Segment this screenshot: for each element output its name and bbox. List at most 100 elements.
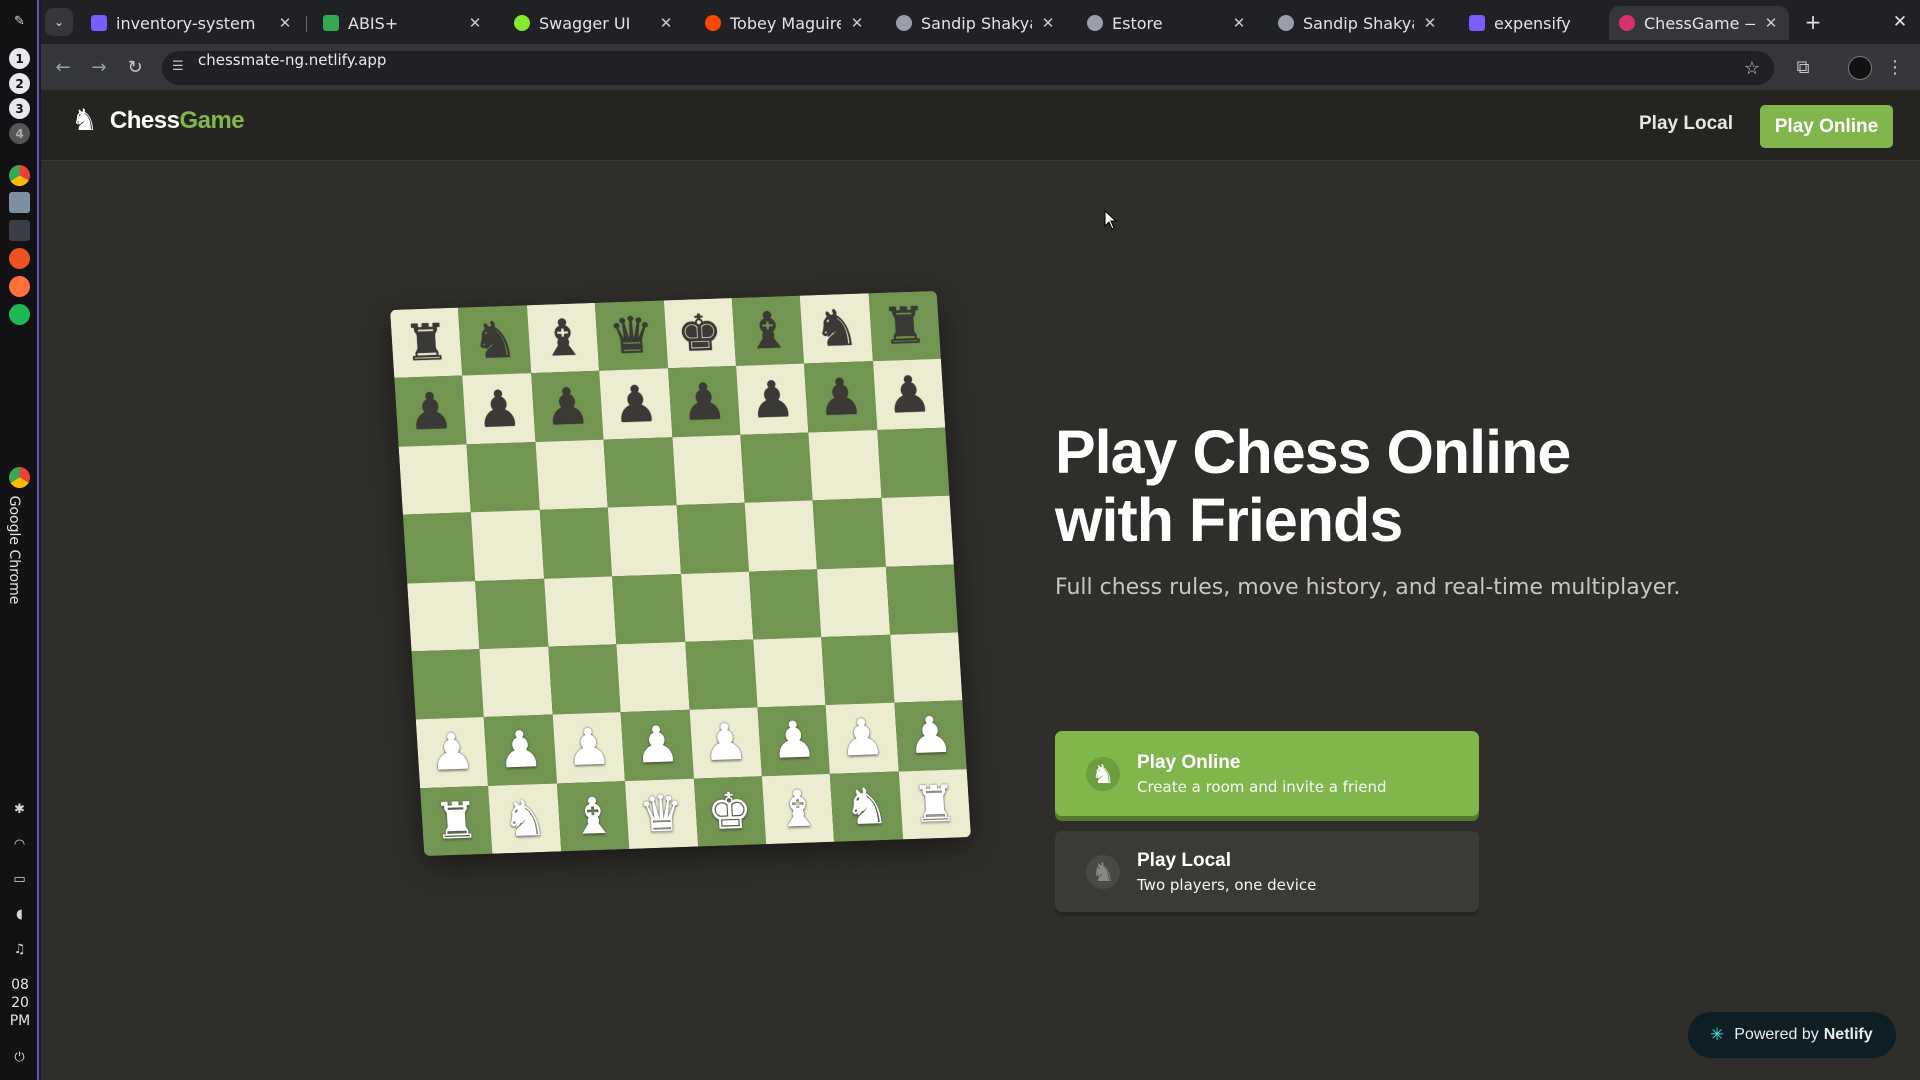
tab-favicon [1619, 15, 1635, 31]
menu-kebab-icon[interactable]: ⋮ [1881, 54, 1909, 82]
chrome-app-icon[interactable] [9, 165, 30, 186]
battery-icon[interactable]: ▭ [10, 870, 29, 889]
tab-close-icon[interactable]: ✕ [1763, 14, 1779, 32]
brand-name-accent: Game [179, 107, 245, 134]
board-square: ♟ [415, 717, 489, 788]
tab-close-icon[interactable]: ✕ [658, 14, 674, 32]
browser-window: ⌄ inventory-system ✕ ABIS+ ✕ Swagger UI ✕ T… [41, 0, 1920, 1080]
black-pawn-icon: ♟ [816, 367, 865, 427]
brand-name: ChessGame [110, 107, 245, 135]
tab-close-icon[interactable]: ✕ [1422, 14, 1438, 32]
board-square [466, 441, 540, 513]
board-square [680, 571, 754, 642]
board-square [535, 439, 608, 511]
board-square [676, 502, 749, 574]
tab-favicon [1278, 15, 1294, 31]
board-square: ♝ [761, 773, 835, 845]
chess-board: ♜ ♞ ♝ ♛ ♚ ♝ ♞ ♜ ♟ ♟ ♟ ♟ ♟ ♟ ♟ ♟ ♟ ♟ ♟ ♟ ♟ ♟ ♟ ♟ ♜ ♞ ♝ ♛ ♚ ♝ ♞ ♜ [389, 290, 972, 857]
tab-abis[interactable]: ABIS+ ✕ [313, 6, 493, 40]
tab-title: Swagger UI [539, 13, 631, 33]
tab-tobey-maguire[interactable]: Tobey Maguire & ✕ [695, 6, 875, 40]
firefox-app-icon[interactable] [9, 276, 30, 297]
board-square: ♝ [526, 302, 600, 374]
tab-search-button[interactable]: ⌄ [45, 8, 73, 36]
notification-bell-icon[interactable]: ♫ [10, 940, 29, 959]
workspace-2-button[interactable]: 2 [9, 73, 30, 94]
back-button[interactable]: ← [49, 54, 77, 82]
url-text[interactable]: chessmate-ng.netlify.app [198, 51, 386, 69]
board-square: ♛ [625, 778, 698, 849]
site-info-icon[interactable]: ☰ [172, 59, 188, 75]
tab-swagger-ui[interactable]: Swagger UI ✕ [504, 6, 684, 40]
play-local-card-button[interactable]: ♞ Play Local Two players, one device [1055, 831, 1479, 912]
forward-button[interactable]: → [85, 54, 113, 82]
white-knight-icon: ♞ [842, 776, 891, 837]
tab-close-icon[interactable]: ✕ [467, 14, 483, 32]
black-pawn-icon: ♟ [406, 381, 455, 441]
tab-estore[interactable]: Estore ✕ [1077, 6, 1257, 40]
board-square [402, 512, 476, 584]
board-square [411, 648, 485, 720]
board-square: ♟ [667, 366, 741, 437]
board-square [407, 580, 480, 652]
white-pawn-icon: ♟ [837, 708, 887, 768]
window-close-button[interactable]: ✕ [1886, 8, 1914, 36]
tab-chessgame[interactable]: ChessGame — Play ✕ [1609, 6, 1789, 40]
black-bishop-icon: ♝ [743, 301, 793, 361]
power-icon[interactable]: ⏻ [10, 1048, 29, 1067]
reload-button[interactable]: ↻ [121, 54, 149, 82]
board-square: ♛ [594, 300, 668, 372]
black-bishop-icon: ♝ [538, 308, 588, 368]
board-square: ♟ [804, 361, 877, 433]
nav-play-online-button[interactable]: Play Online [1760, 105, 1893, 148]
board-square: ♝ [556, 780, 630, 852]
tab-close-icon[interactable]: ✕ [849, 14, 865, 32]
workspace-3-button[interactable]: 3 [9, 98, 30, 119]
profile-avatar[interactable] [1848, 56, 1872, 80]
board-square [684, 639, 758, 711]
workspace-1-button[interactable]: 1 [9, 48, 30, 69]
site-logo[interactable]: ♞ ChessGame [71, 106, 245, 136]
tab-sandip-shakya-2[interactable]: Sandip Shakya – ✕ [1268, 6, 1448, 40]
tab-title: ChessGame — Play [1644, 13, 1755, 33]
os-side-panel: ✎ 1 2 3 4 Google Chrome ✱ ◠ ▭ ◖ ♫ 08 20 … [0, 0, 39, 1080]
svg-text:♞: ♞ [1091, 858, 1114, 888]
black-knight-icon: ♞ [812, 298, 861, 359]
board-square [808, 429, 882, 501]
board-square [548, 644, 621, 715]
black-pawn-icon: ♟ [748, 369, 797, 429]
address-bar[interactable]: ☰ chessmate-ng.netlify.app ☆ [162, 51, 1774, 85]
volume-icon[interactable]: ◖ [10, 905, 29, 924]
bluetooth-icon[interactable]: ✱ [10, 800, 29, 819]
terminal-app-icon[interactable] [9, 220, 30, 241]
spotify-app-icon[interactable] [9, 304, 30, 325]
white-pawn-icon: ♟ [564, 718, 613, 778]
workspace-4-button[interactable]: 4 [9, 123, 30, 144]
board-square: ♞ [458, 305, 531, 376]
files-app-icon[interactable] [9, 192, 30, 213]
chrome-window-icon[interactable] [9, 467, 30, 488]
bookmark-star-icon[interactable]: ☆ [1744, 58, 1760, 79]
tab-sandip-shakya-1[interactable]: Sandip Shakya – ✕ [886, 6, 1066, 40]
tab-close-icon[interactable]: ✕ [1231, 14, 1247, 32]
new-tab-button[interactable]: + [1799, 8, 1827, 36]
powered-by-netlify-badge[interactable]: ✳ Powered by Netlify [1688, 1012, 1896, 1058]
tab-favicon [1469, 15, 1485, 31]
play-online-card-button[interactable]: ♞ Play Online Create a room and invite a… [1055, 731, 1479, 816]
board-square: ♟ [735, 363, 809, 435]
nav-play-local-link[interactable]: Play Local [1639, 113, 1733, 135]
board-square [398, 444, 472, 515]
black-queen-icon: ♛ [607, 306, 656, 366]
extensions-icon[interactable]: ⧉ [1789, 54, 1817, 82]
tab-inventory-system[interactable]: inventory-system ✕ [81, 6, 303, 40]
board-square: ♟ [757, 705, 831, 776]
tab-close-icon[interactable]: ✕ [277, 14, 293, 32]
white-king-icon: ♚ [705, 781, 754, 841]
wifi-icon[interactable]: ◠ [10, 835, 29, 854]
tab-close-icon[interactable]: ✕ [1040, 14, 1056, 32]
hero-title-line-2: with Friends [1055, 486, 1403, 554]
ubuntu-app-icon[interactable] [9, 248, 30, 269]
launcher-icon[interactable]: ✎ [10, 12, 29, 31]
white-pawn-icon: ♟ [701, 713, 750, 773]
board-square [881, 495, 954, 567]
